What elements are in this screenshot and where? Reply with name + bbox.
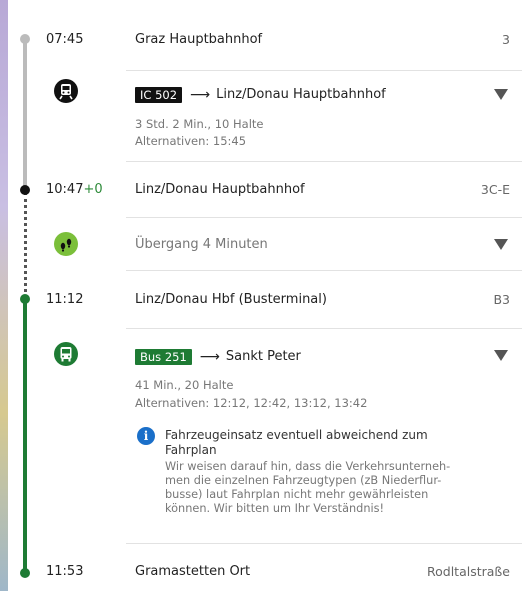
station-name: Gramastetten Ort xyxy=(135,564,251,579)
expand-toggle-icon[interactable] xyxy=(494,350,508,361)
notice-body-line: men die einzelnen Fahrzeugtypen (zB Nied… xyxy=(165,474,442,487)
notice-body-line: Wir weisen darauf hin, dass die Verkehrs… xyxy=(165,460,451,473)
notice-body: Wir weisen darauf hin, dass die Verkehrs… xyxy=(165,460,495,516)
expand-toggle-icon[interactable] xyxy=(494,89,508,100)
destination: Linz/Donau Hauptbahnhof xyxy=(216,87,386,102)
stop-row[interactable]: 11:53 Gramastetten Ort Rodltalstraße xyxy=(8,544,522,591)
leg-duration: 3 Std. 2 Min., 10 Halte xyxy=(135,117,264,131)
direction-arrow: ⟶ xyxy=(190,86,211,103)
stop-row[interactable]: 10:47+0 Linz/Donau Hauptbahnhof 3C-E xyxy=(8,162,522,217)
transfer-row[interactable]: Übergang 4 Minuten xyxy=(8,218,522,270)
departure-time: 11:12 xyxy=(46,292,84,307)
notice-title-line: Fahrplan xyxy=(165,443,217,457)
station-name: Linz/Donau Hbf (Busterminal) xyxy=(135,292,327,307)
expand-toggle-icon[interactable] xyxy=(494,239,508,250)
line-badge: IC 502 xyxy=(135,86,183,103)
stop-row[interactable]: 11:12 Linz/Donau Hbf (Busterminal) B3 xyxy=(8,271,522,328)
track-label: 3C-E xyxy=(480,182,510,197)
line-badge: Bus 251 xyxy=(135,348,192,365)
notice-title: Fahrzeugeinsatz eventuell abweichend zum… xyxy=(165,428,495,458)
destination: Sankt Peter xyxy=(225,349,301,364)
departure-time: 07:45 xyxy=(46,32,84,47)
walk-icon xyxy=(54,232,78,256)
stop-row[interactable]: 07:45 Graz Hauptbahnhof 3 xyxy=(8,0,522,70)
leg-row-bus[interactable]: Bus 251 ⟶ Sankt Peter 41 Min., 20 Halte Al… xyxy=(8,329,522,543)
leg-duration: 41 Min., 20 Halte xyxy=(135,378,234,392)
leg-alternatives: Alternativen: 15:45 xyxy=(135,134,247,148)
bus-icon xyxy=(54,342,78,366)
track-label: Rodltalstraße xyxy=(427,564,510,579)
info-icon: i xyxy=(137,427,155,445)
direction-arrow: ⟶ xyxy=(199,348,220,365)
arrival-time-value: 10:47 xyxy=(46,182,84,197)
notice-title-line: Fahrzeugeinsatz eventuell abweichend zum xyxy=(165,428,428,442)
track-label: B3 xyxy=(493,292,510,307)
station-name: Linz/Donau Hauptbahnhof xyxy=(135,182,305,197)
leg-alternatives: Alternativen: 12:12, 12:42, 13:12, 13:42 xyxy=(135,396,368,410)
transfer-label: Übergang 4 Minuten xyxy=(135,237,268,252)
station-name: Graz Hauptbahnhof xyxy=(135,32,263,47)
journey-details: 07:45 Graz Hauptbahnhof 3 IC 502 ⟶ Linz/Do… xyxy=(8,0,522,591)
notice-body-line: busse) laut Fahrplan nicht mehr gewährle… xyxy=(165,488,429,501)
leg-row-train[interactable]: IC 502 ⟶ Linz/Donau Hauptbahnhof 3 Std. 2 … xyxy=(8,71,522,161)
notice-body-line: können. Wir bitten um Ihr Verständnis! xyxy=(165,502,385,515)
delay-label: +0 xyxy=(83,182,103,197)
arrival-time: 11:53 xyxy=(46,564,84,579)
track-label: 3 xyxy=(502,32,510,47)
train-icon xyxy=(54,79,78,103)
arrival-time: 10:47+0 xyxy=(46,182,103,197)
